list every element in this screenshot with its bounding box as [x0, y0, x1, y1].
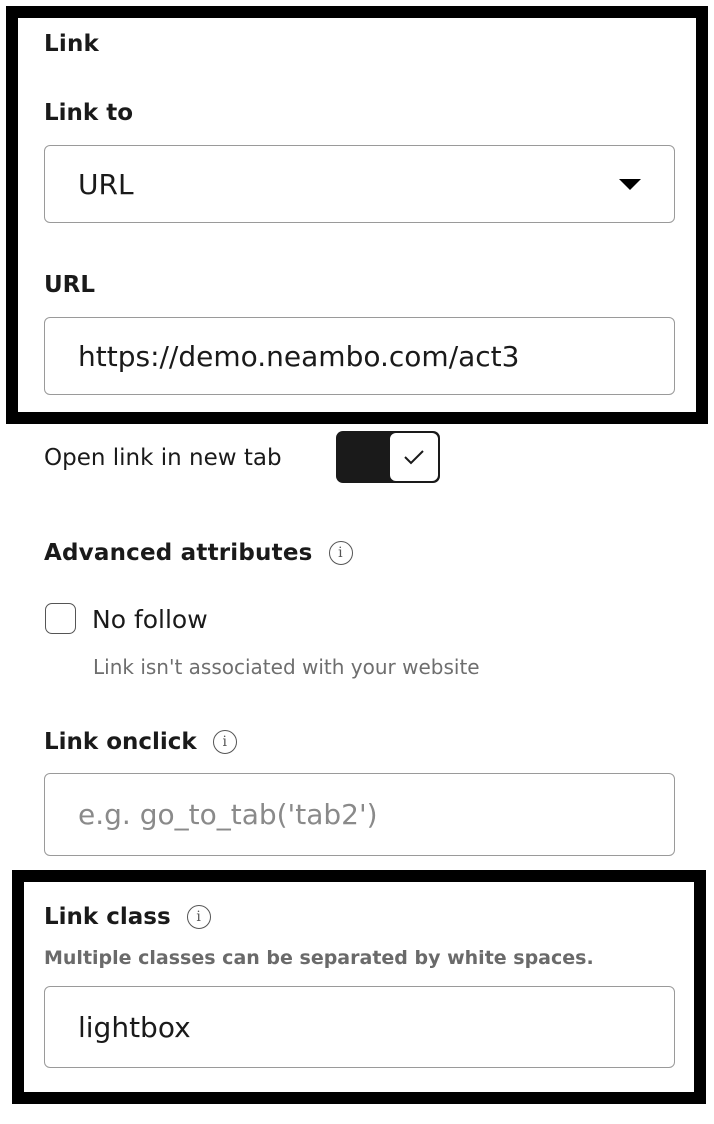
open-new-tab-toggle[interactable]	[336, 431, 440, 483]
no-follow-helper-text: Link isn't associated with your website	[93, 655, 480, 679]
info-icon[interactable]: i	[186, 905, 211, 929]
no-follow-label: No follow	[92, 605, 208, 634]
url-field-wrapper	[44, 317, 675, 395]
link-onclick-input[interactable]	[78, 774, 674, 855]
url-label: URL	[44, 272, 96, 298]
chevron-down-icon	[619, 179, 641, 190]
link-class-field-wrapper	[44, 986, 675, 1068]
link-class-hint: Multiple classes can be separated by whi…	[44, 947, 594, 969]
info-icon[interactable]: i	[328, 541, 353, 565]
link-section-heading: Link	[44, 31, 100, 57]
link-to-label: Link to	[44, 100, 134, 126]
advanced-attributes-heading-row: Advanced attributes i	[44, 540, 353, 566]
link-to-selected-value: URL	[78, 167, 134, 201]
url-input[interactable]	[78, 318, 674, 394]
link-onclick-field-wrapper	[44, 773, 675, 856]
advanced-attributes-heading: Advanced attributes	[44, 540, 313, 566]
open-new-tab-label: Open link in new tab	[44, 445, 282, 471]
link-class-label-row: Link class i	[44, 904, 211, 930]
toggle-knob	[389, 432, 439, 482]
link-to-select[interactable]: URL	[44, 145, 675, 223]
checkmark-icon	[404, 450, 424, 465]
link-class-input[interactable]	[78, 987, 674, 1067]
link-onclick-label-row: Link onclick i	[44, 729, 237, 755]
info-icon[interactable]: i	[212, 730, 237, 754]
link-onclick-label: Link onclick	[44, 729, 197, 755]
no-follow-checkbox[interactable]	[45, 603, 76, 634]
link-class-label: Link class	[44, 904, 171, 930]
